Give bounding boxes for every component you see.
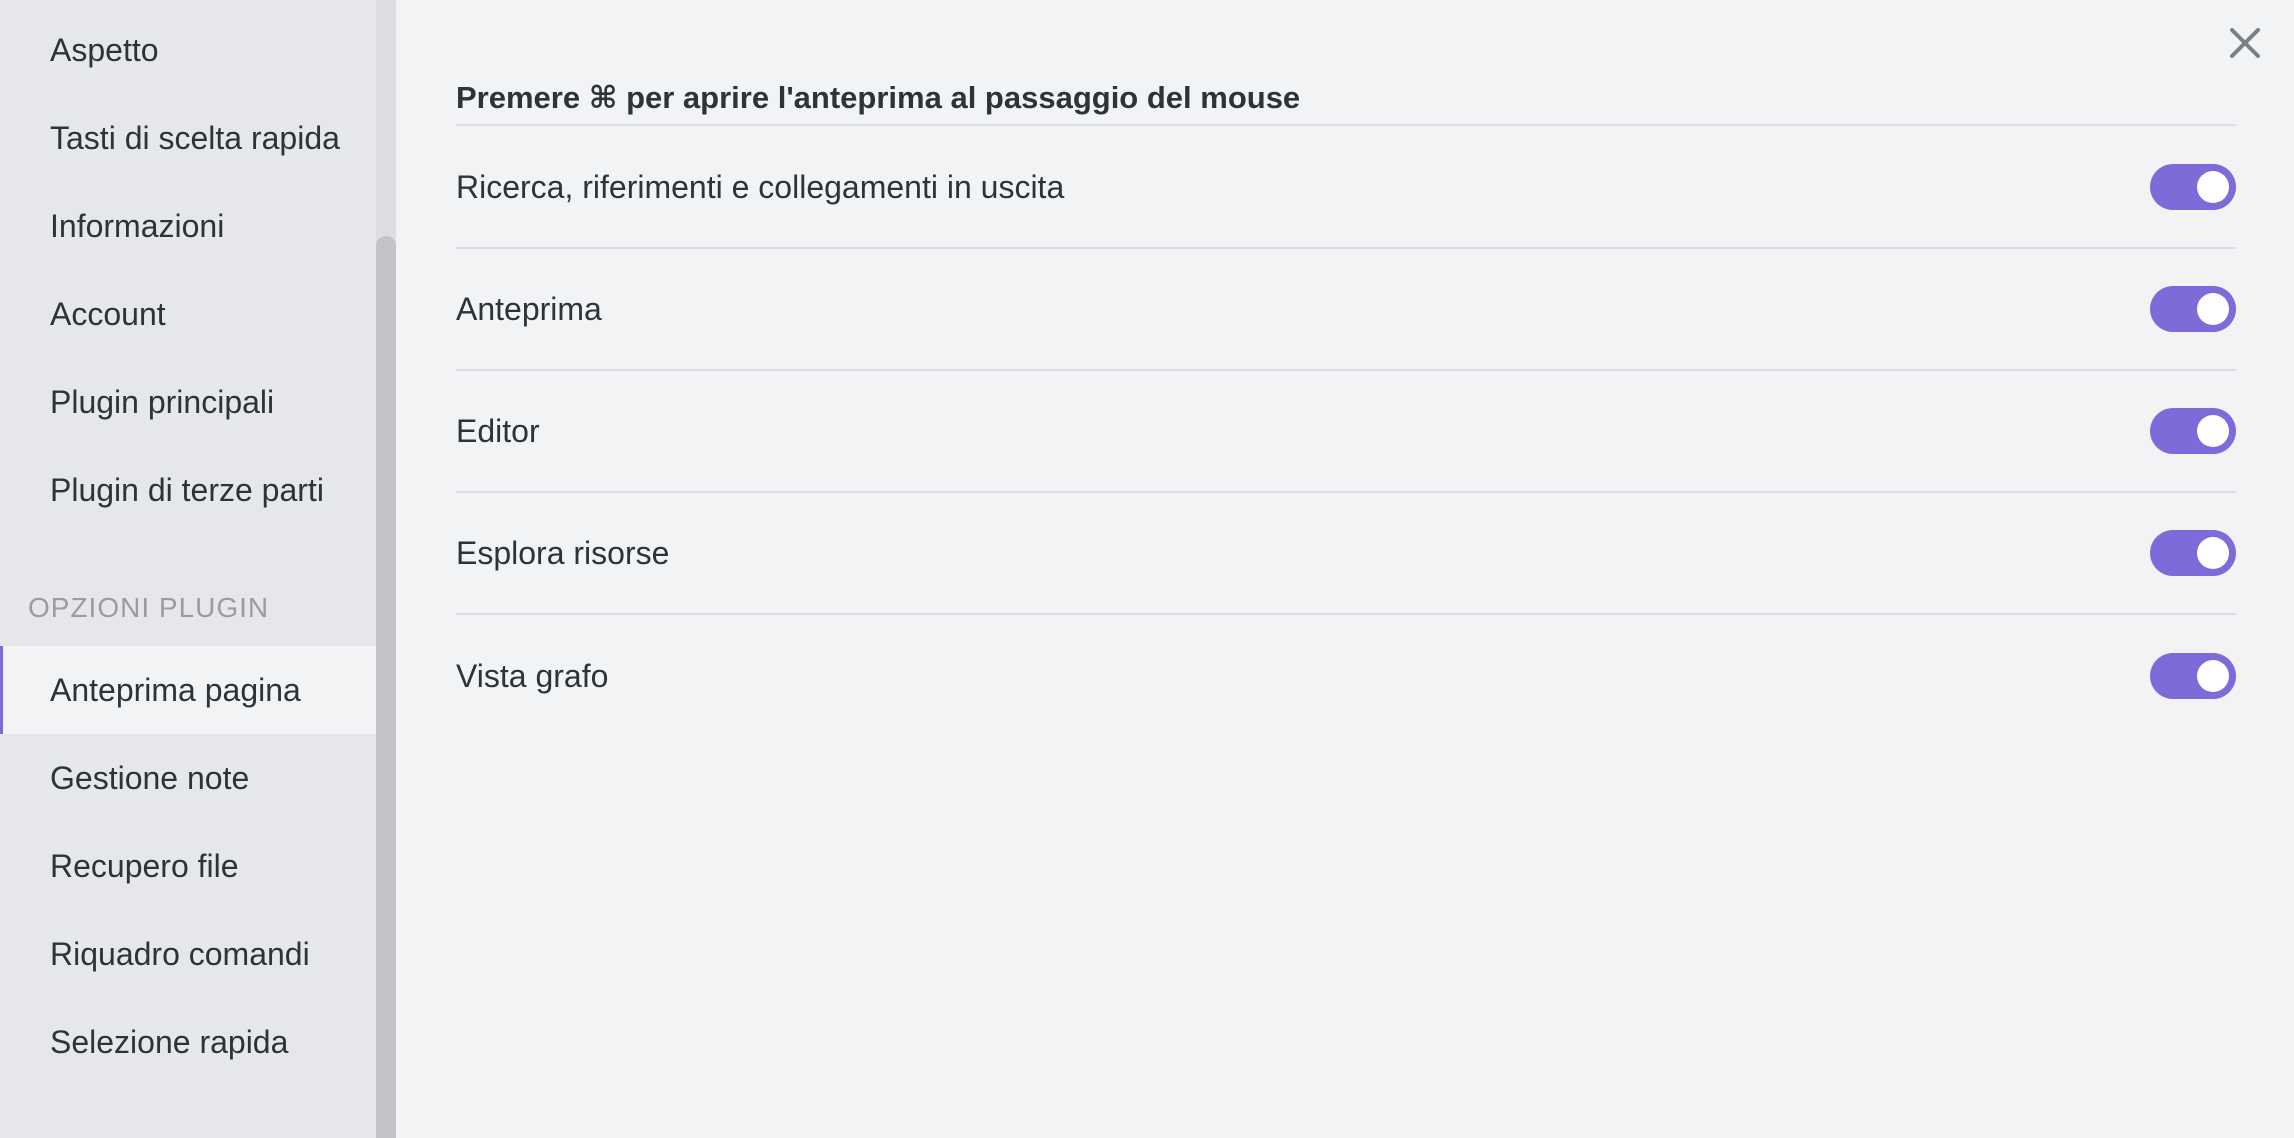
setting-label: Anteprima [456,290,602,327]
sidebar-item-informazioni[interactable]: Informazioni [0,182,376,270]
section-label-opzioni-plugin: OPZIONI PLUGIN [28,592,270,623]
sidebar-item-riquadro-comandi[interactable]: Riquadro comandi [0,910,376,998]
setting-row-vista-grafo: Vista grafo [456,615,2236,737]
toggle-anteprima[interactable] [2150,286,2236,332]
sidebar-item-label: Anteprima pagina [50,671,301,708]
sidebar-item-label: Plugin principali [50,383,275,420]
sidebar-item-label: Account [50,295,166,332]
toggle-editor[interactable] [2150,408,2236,454]
toggle-ricerca[interactable] [2150,164,2236,210]
sidebar-item-plugin-principali[interactable]: Plugin principali [0,358,376,446]
sidebar-item-selezione-rapida[interactable]: Selezione rapida [0,998,376,1086]
sidebar-item-label: Aspetto [50,31,159,68]
toggle-knob [2197,660,2229,692]
settings-sidebar: Aspetto Tasti di scelta rapida Informazi… [0,0,376,1138]
settings-window: Aspetto Tasti di scelta rapida Informazi… [0,0,2294,1138]
sidebar-item-tasti-di-scelta-rapida[interactable]: Tasti di scelta rapida [0,94,376,182]
toggle-knob [2197,537,2229,569]
setting-label: Vista grafo [456,657,609,694]
sidebar-item-account[interactable]: Account [0,270,376,358]
sidebar-item-label: Selezione rapida [50,1023,289,1060]
setting-row-editor: Editor [456,371,2236,493]
toggle-knob [2197,171,2229,203]
sidebar-item-recupero-file[interactable]: Recupero file [0,822,376,910]
setting-label: Editor [456,412,540,449]
close-button[interactable] [2224,22,2266,64]
sidebar-item-anteprima-pagina[interactable]: Anteprima pagina [0,646,376,734]
settings-section-heading: Premere ⌘ per aprire l'anteprima al pass… [456,80,2236,126]
toggle-knob [2197,415,2229,447]
sidebar-item-label: Recupero file [50,847,239,884]
sidebar-item-label: Riquadro comandi [50,935,310,972]
setting-label: Esplora risorse [456,534,670,571]
sidebar-item-aspetto[interactable]: Aspetto [0,6,376,94]
sidebar-item-plugin-di-terze-parti[interactable]: Plugin di terze parti [0,446,376,534]
toggle-esplora-risorse[interactable] [2150,530,2236,576]
setting-label: Ricerca, riferimenti e collegamenti in u… [456,168,1065,205]
sidebar-item-gestione-note[interactable]: Gestione note [0,734,376,822]
sidebar-item-label: Informazioni [50,207,225,244]
sidebar-item-label: Tasti di scelta rapida [50,119,340,156]
sidebar-item-label: Gestione note [50,759,250,796]
toggle-knob [2197,293,2229,325]
sidebar-item-label: Plugin di terze parti [50,471,324,508]
toggle-vista-grafo[interactable] [2150,653,2236,699]
setting-row-anteprima: Anteprima [456,249,2236,371]
setting-row-esplora-risorse: Esplora risorse [456,493,2236,615]
sidebar-scrollbar-thumb[interactable] [376,236,396,1138]
setting-row-ricerca: Ricerca, riferimenti e collegamenti in u… [456,127,2236,249]
close-icon [2230,28,2260,58]
